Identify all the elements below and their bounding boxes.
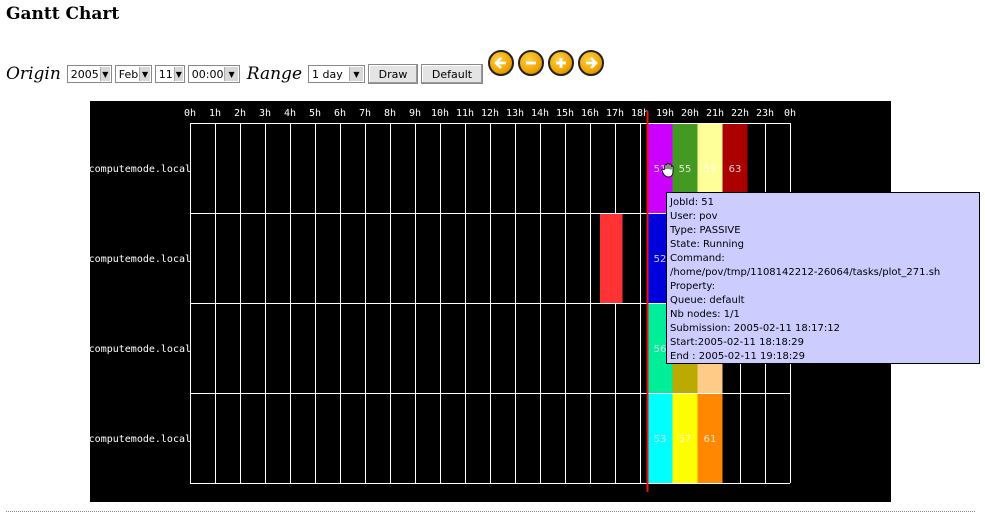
job-label: 55 [679, 164, 692, 175]
time-select[interactable]: 00:00 ▼ [187, 65, 240, 83]
page-title: Gantt Chart [6, 4, 120, 24]
chevron-down-icon: ▼ [173, 67, 183, 81]
chevron-down-icon: ▼ [224, 67, 238, 81]
hour-label: 22h [731, 108, 749, 119]
hour-label: 20h [681, 108, 699, 119]
day-value: 11 [158, 67, 173, 81]
tooltip-line: Nb nodes: 1/1 [670, 309, 740, 320]
time-value: 00:00 [191, 67, 224, 81]
divider [6, 511, 975, 512]
day-select[interactable]: 11 ▼ [154, 65, 185, 83]
tooltip-line: Command: [670, 253, 725, 264]
job-label: 59 [704, 164, 717, 175]
year-value: 2005 [70, 67, 99, 81]
month-select[interactable]: Feb ▼ [114, 65, 152, 83]
tooltip-line: End : 2005-02-11 19:18:29 [670, 351, 805, 362]
minus-icon[interactable] [518, 50, 544, 76]
tooltip-line: JobId: 51 [670, 197, 714, 208]
hour-label: 2h [234, 108, 246, 119]
hour-label: 8h [384, 108, 396, 119]
draw-button[interactable]: Draw [368, 64, 418, 84]
hour-label: 0h [184, 108, 196, 119]
range-select[interactable]: 1 day ▼ [308, 65, 365, 83]
nav-buttons [488, 50, 604, 76]
hour-label: 14h [531, 108, 549, 119]
chevron-down-icon: ▼ [139, 67, 150, 81]
hour-label: 23h [756, 108, 774, 119]
hour-label: 3h [259, 108, 271, 119]
plus-icon[interactable] [548, 50, 574, 76]
hour-label: 17h [606, 108, 624, 119]
hour-label: 18h [631, 108, 649, 119]
range-label: Range [246, 64, 302, 84]
hour-label: 21h [706, 108, 724, 119]
node-label: ver.computemode.local [90, 164, 191, 175]
hour-label: 6h [334, 108, 346, 119]
tooltip-line: State: Running [670, 239, 744, 250]
node-label: 3.computemode.local [90, 434, 191, 445]
hour-label: 1h [209, 108, 221, 119]
job-tooltip: JobId: 51 User: pov Type: PASSIVE State: Ru… [666, 192, 980, 364]
hour-label: 11h [456, 108, 474, 119]
hour-label: 19h [656, 108, 674, 119]
job-label: 56 [654, 344, 667, 355]
tooltip-line: Property: [670, 281, 715, 292]
tooltip-line: /home/pov/tmp/1108142212-26064/tasks/plo… [670, 267, 941, 278]
job-label: 63 [729, 164, 742, 175]
month-value: Feb [118, 67, 139, 81]
job-label: 61 [704, 434, 717, 445]
chevron-down-icon: ▼ [99, 67, 110, 81]
job-bar [600, 214, 623, 303]
job-label: 52 [654, 254, 667, 265]
year-select[interactable]: 2005 ▼ [66, 65, 112, 83]
arrow-left-icon[interactable] [488, 50, 514, 76]
tooltip-line: Start:2005-02-11 18:18:29 [670, 337, 805, 348]
hand-cursor-icon [661, 163, 674, 178]
origin-label: Origin [6, 64, 61, 84]
hour-label: 15h [556, 108, 574, 119]
hour-label: 9h [409, 108, 421, 119]
node-label: 1.computemode.local [90, 254, 191, 265]
hour-label: 10h [431, 108, 449, 119]
tooltip-line: Queue: default [670, 295, 745, 306]
tooltip-line: Submission: 2005-02-11 18:17:12 [670, 323, 840, 334]
arrow-right-icon[interactable] [578, 50, 604, 76]
range-value: 1 day [312, 67, 343, 81]
tooltip-line: Type: PASSIVE [670, 225, 741, 236]
hour-label: 13h [506, 108, 524, 119]
hour-label: 0h [784, 108, 796, 119]
hour-label: 7h [359, 108, 371, 119]
node-label: 2.computemode.local [90, 344, 191, 355]
job-label: 57 [679, 434, 692, 445]
hour-label: 4h [284, 108, 296, 119]
chevron-down-icon: ▼ [349, 67, 363, 81]
gantt-controls: Origin 2005 ▼ Feb ▼ 11 ▼ 00:00 ▼ Range 1… [6, 50, 604, 98]
job-label: 53 [654, 434, 667, 445]
default-button[interactable]: Default [421, 64, 483, 84]
tooltip-line: User: pov [670, 211, 718, 222]
hour-label: 12h [481, 108, 499, 119]
hour-label: 16h [581, 108, 599, 119]
hour-label: 5h [309, 108, 321, 119]
